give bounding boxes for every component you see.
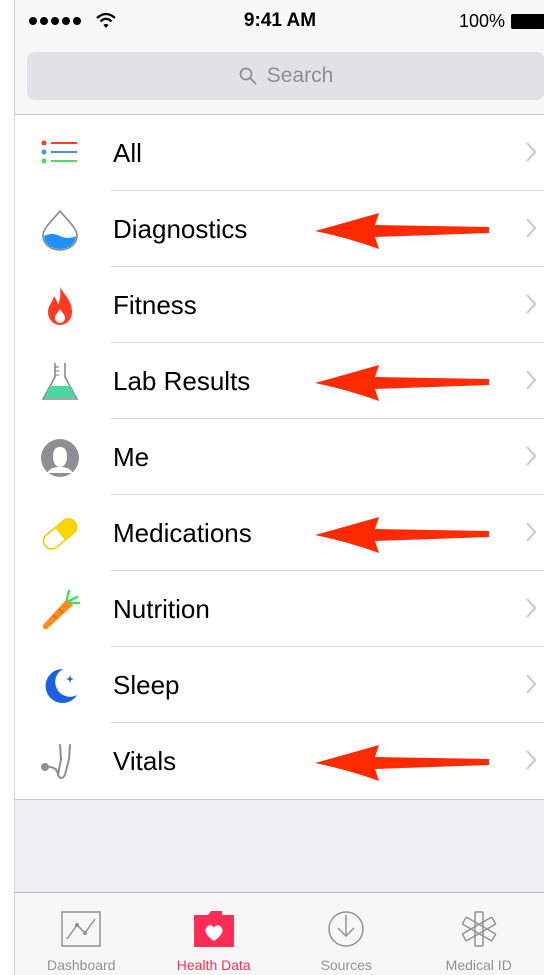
search-input[interactable]: Search <box>27 52 544 100</box>
stethoscope-icon <box>39 741 81 783</box>
list-item-label: Lab Results <box>113 366 251 396</box>
chevron-right-icon <box>526 142 537 162</box>
chart-icon <box>59 907 103 951</box>
flame-icon <box>39 285 81 327</box>
search-icon <box>239 67 257 85</box>
health-data-list: All Diagnostics Fitness Lab Results Me M… <box>15 115 544 800</box>
chevron-right-icon <box>526 218 537 238</box>
battery-percentage: 100% <box>458 11 505 31</box>
iphone-screen: 9:41 AM 100% Search All Diagnostics Fitn… <box>14 0 544 975</box>
chevron-right-icon <box>526 446 537 466</box>
person-icon <box>39 437 81 479</box>
list-item-label: Fitness <box>113 290 197 320</box>
asterisk-icon <box>457 907 501 951</box>
download-icon <box>324 907 368 951</box>
list-item-sleep[interactable]: Sleep <box>15 647 544 723</box>
carrot-icon <box>39 589 81 631</box>
status-bar: 9:41 AM 100% <box>15 0 544 48</box>
list-item-diagnostics[interactable]: Diagnostics <box>15 191 544 267</box>
chevron-right-icon <box>526 674 537 694</box>
list-item-label: Sleep <box>113 670 180 700</box>
heart-folder-icon <box>192 907 236 951</box>
list-item-label: Me <box>113 442 150 472</box>
list-item-label: Vitals <box>113 746 177 776</box>
annotation-arrow <box>315 745 489 781</box>
chevron-right-icon <box>526 598 537 618</box>
tab-bar: Dashboard Health Data Sources Medical ID <box>15 892 544 975</box>
battery-icon <box>511 14 544 29</box>
list-item-label: All <box>113 138 142 168</box>
water-drop-icon <box>39 209 81 251</box>
chevron-right-icon <box>526 294 537 314</box>
moon-icon <box>39 665 81 707</box>
chevron-right-icon <box>526 370 537 390</box>
tab-label: Dashboard <box>47 957 116 973</box>
flask-icon <box>39 361 81 403</box>
list-item-fitness[interactable]: Fitness <box>15 267 544 343</box>
list-item-label: Medications <box>113 518 252 548</box>
list-item-vitals[interactable]: Vitals <box>15 723 544 799</box>
tab-label: Health Data <box>176 957 251 973</box>
pill-icon <box>39 513 81 555</box>
tab-dashboard[interactable]: Dashboard <box>15 893 148 975</box>
list-item-label: Diagnostics <box>113 214 248 244</box>
annotation-arrow <box>315 213 489 249</box>
annotation-arrow <box>315 517 489 553</box>
list-item-label: Nutrition <box>113 594 210 624</box>
tab-health-data[interactable]: Health Data <box>148 893 281 975</box>
search-placeholder: Search <box>266 64 334 87</box>
annotation-arrow <box>315 365 489 401</box>
chevron-right-icon <box>526 522 537 542</box>
list-item-nutrition[interactable]: Nutrition <box>15 571 544 647</box>
chevron-right-icon <box>526 750 537 770</box>
list-item-all[interactable]: All <box>15 115 544 191</box>
search-bar: Search <box>15 48 544 115</box>
tab-medical-id[interactable]: Medical ID <box>413 893 544 975</box>
list-icon <box>39 133 81 175</box>
tab-sources[interactable]: Sources <box>280 893 413 975</box>
tab-label: Sources <box>320 957 372 973</box>
list-item-medications[interactable]: Medications <box>15 495 544 571</box>
list-item-me[interactable]: Me <box>15 419 544 495</box>
list-item-lab-results[interactable]: Lab Results <box>15 343 544 419</box>
tab-label: Medical ID <box>445 957 512 973</box>
